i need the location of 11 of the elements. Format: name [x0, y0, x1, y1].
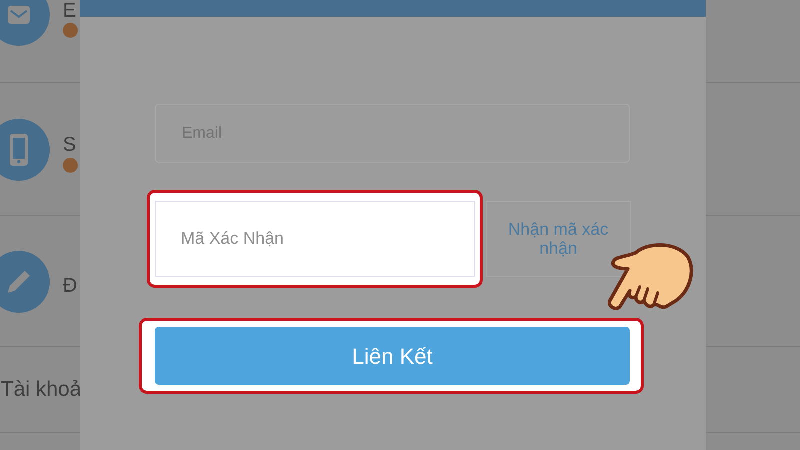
pencil-icon — [6, 268, 32, 294]
section-title: Tài khoả — [1, 376, 82, 403]
code-field[interactable]: Mã Xác Nhận — [155, 201, 475, 277]
get-code-button[interactable]: Nhận mã xác nhận — [486, 201, 631, 277]
list-item-label: S — [63, 135, 76, 155]
list-item-label: E — [63, 1, 76, 21]
list-item-label: Đ — [63, 276, 78, 296]
pointing-hand-icon — [606, 243, 694, 311]
envelope-icon — [7, 5, 31, 25]
phone-icon — [9, 132, 29, 166]
link-button[interactable]: Liên Kết — [155, 327, 630, 385]
